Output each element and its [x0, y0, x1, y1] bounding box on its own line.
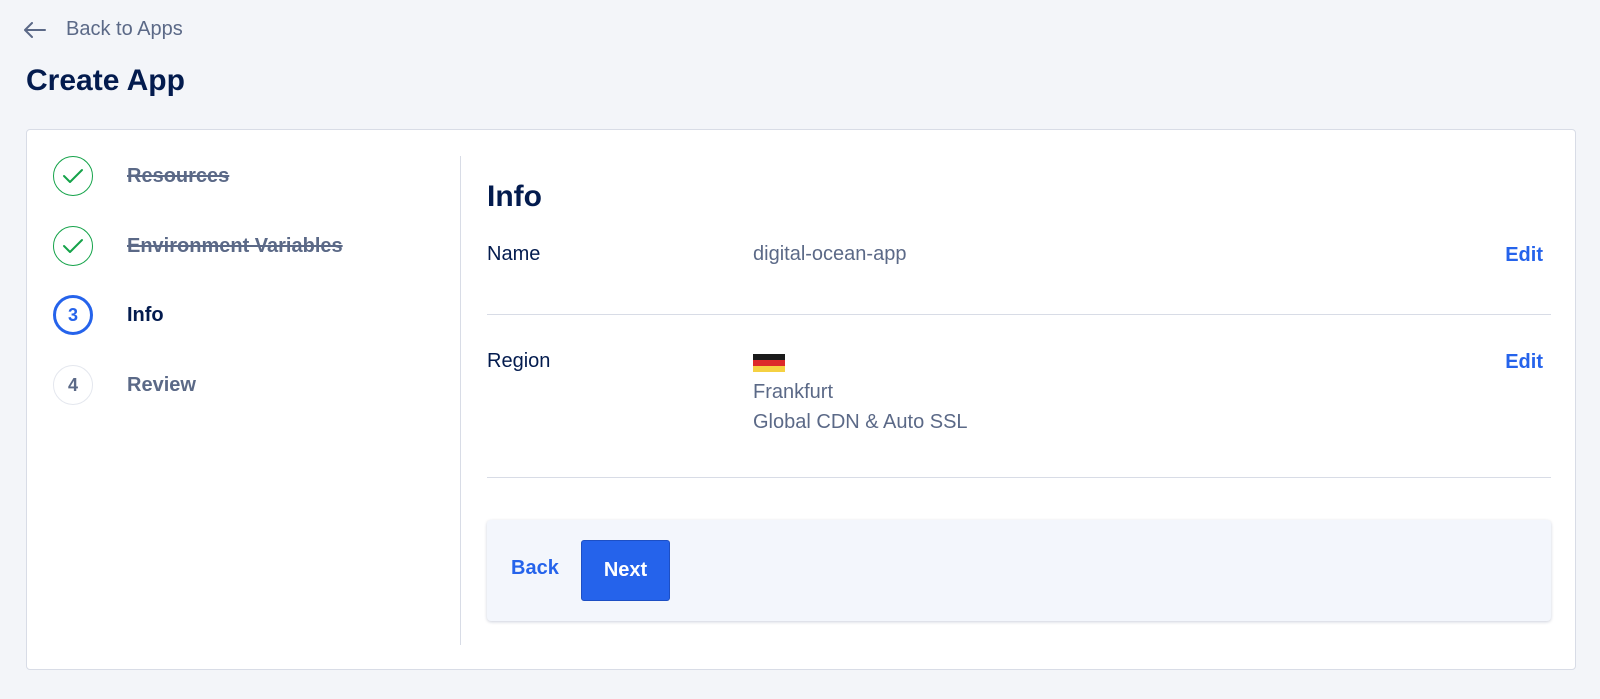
action-bar: Back Next: [487, 520, 1551, 621]
info-section: Info Name digital-ocean-app Edit Region …: [487, 130, 1551, 669]
check-icon: [53, 156, 93, 196]
section-title: Info: [487, 180, 542, 213]
back-button[interactable]: Back: [511, 557, 559, 580]
step-review[interactable]: 4 Review: [53, 365, 427, 405]
create-app-card: Resources Environment Variables 3 Info 4…: [26, 129, 1576, 670]
edit-name-button[interactable]: Edit: [1505, 244, 1543, 267]
region-city: Frankfurt: [753, 381, 834, 403]
step-label: Environment Variables: [127, 234, 343, 257]
step-resources[interactable]: Resources: [53, 156, 427, 196]
back-to-apps-label: Back to Apps: [66, 18, 183, 40]
back-to-apps-link[interactable]: Back to Apps: [24, 18, 183, 41]
row-divider: [487, 477, 1551, 478]
germany-flag-icon: [753, 354, 785, 372]
arrow-left-icon: [24, 21, 46, 38]
page-title: Create App: [26, 64, 185, 97]
step-info[interactable]: 3 Info: [53, 295, 427, 335]
row-divider: [487, 314, 1551, 315]
name-value: digital-ocean-app: [753, 243, 907, 265]
step-label: Resources: [127, 164, 230, 187]
step-label: Info: [127, 303, 164, 326]
name-label: Name: [487, 243, 541, 265]
step-label: Review: [127, 373, 196, 396]
step-number: 4: [53, 365, 93, 405]
region-detail: Global CDN & Auto SSL: [753, 411, 968, 433]
next-button[interactable]: Next: [581, 540, 670, 601]
step-environment-variables[interactable]: Environment Variables: [53, 226, 427, 266]
edit-region-button[interactable]: Edit: [1505, 351, 1543, 374]
step-number: 3: [53, 295, 93, 335]
region-label: Region: [487, 350, 551, 372]
check-icon: [53, 226, 93, 266]
vertical-divider: [460, 156, 461, 645]
